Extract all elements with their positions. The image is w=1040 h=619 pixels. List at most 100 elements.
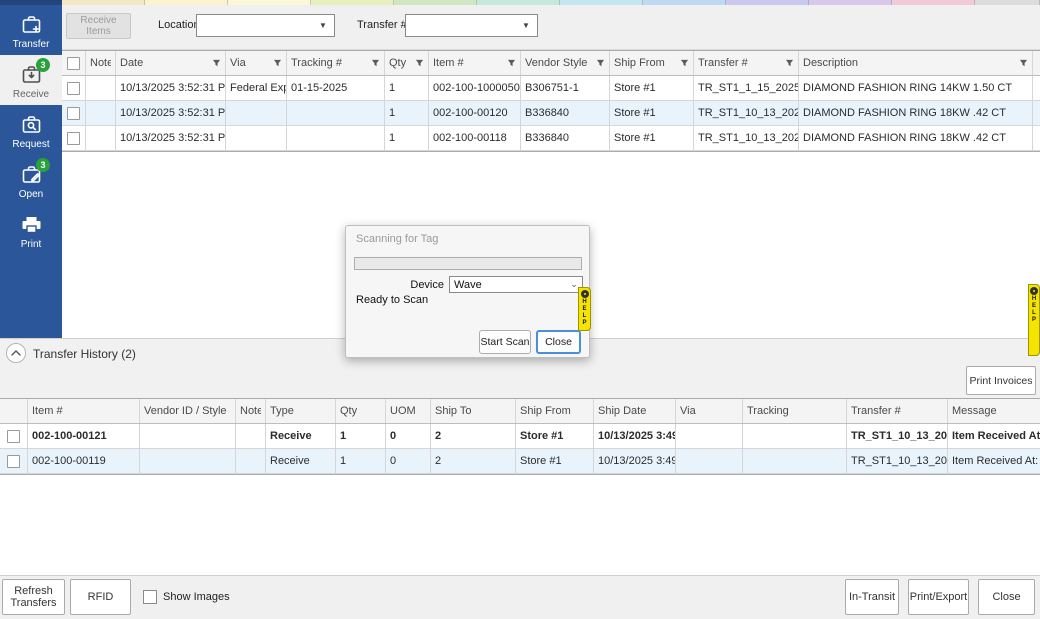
app-window: Transfer 3 Receive Request 3 Open [0,0,1040,619]
column-label: Transfer # [698,51,783,75]
header-filler-cell [1033,51,1040,75]
select-all-checkbox[interactable] [67,57,80,70]
help-tab[interactable]: HELP [578,287,591,331]
column-header-ship-from[interactable]: Ship From [610,51,694,75]
column-header-tracking[interactable]: Tracking # [287,51,385,75]
filter-icon[interactable] [1019,59,1028,68]
column-label: Via [230,51,271,75]
table-row[interactable]: 10/13/2025 3:52:31 PM 1 002-100-00120 B3… [62,101,1040,126]
chevron-down-icon: ▼ [515,21,537,30]
cell-ship-date: 10/13/2025 3:49:0 [594,449,676,473]
show-images-checkbox[interactable] [143,590,157,604]
column-header-tracking[interactable]: Tracking [743,399,847,423]
cell-uom: 0 [386,424,431,448]
column-header-date[interactable]: Date [116,51,226,75]
sidebar-item-print[interactable]: Print [0,205,62,255]
transfer-history-title: Transfer History (2) [33,347,136,361]
in-transit-button[interactable]: In-Transit [845,579,899,615]
cell-date: 10/13/2025 3:52:31 PM [116,126,226,150]
receive-items-table: Note Date Via Tracking # Qty Item # Vend… [62,50,1040,152]
filter-icon[interactable] [596,59,605,68]
sidebar-item-open[interactable]: 3 Open [0,155,62,205]
filter-icon[interactable] [680,59,689,68]
history-row[interactable]: 002-100-00121 Receive 1 0 2 Store #1 10/… [0,424,1040,449]
cell-checkbox [62,126,86,150]
column-header-item[interactable]: Item # [429,51,521,75]
cell-vendor-style: B336840 [521,101,610,125]
filter-icon[interactable] [371,59,380,68]
cell-transfer: TR_ST1_1_15_2025_1 [694,76,799,100]
refresh-transfers-button[interactable]: Refresh Transfers [2,579,65,615]
device-select[interactable]: Wave ⌄ [449,276,583,293]
cell-item: 002-100-00120 [429,101,521,125]
close-button[interactable]: Close [978,579,1035,615]
briefcase-plus-icon [19,13,44,37]
cell-vendor-id-style [140,449,236,473]
sidebar-item-receive[interactable]: 3 Receive [0,55,62,105]
row-checkbox[interactable] [7,430,20,443]
column-header-uom[interactable]: UOM [386,399,431,423]
filter-icon[interactable] [212,59,221,68]
cell-filler [1033,101,1040,125]
cell-description: DIAMOND FASHION RING 14KW 1.50 CT [799,76,1033,100]
column-label: Note [90,51,111,75]
row-checkbox[interactable] [67,107,80,120]
column-header-note[interactable]: Note [86,51,116,75]
column-label: Note [240,399,261,423]
column-header-transfer[interactable]: Transfer # [694,51,799,75]
row-checkbox[interactable] [67,82,80,95]
help-tab[interactable]: HELP [1028,284,1040,356]
column-header-transfer[interactable]: Transfer # [847,399,948,423]
help-tab-label: HELP [582,299,588,327]
cell-checkbox [0,449,28,473]
column-header-vendor-style[interactable]: Vendor Style [521,51,610,75]
column-header-note[interactable]: Note [236,399,266,423]
column-header-ship-date[interactable]: Ship Date [594,399,676,423]
filter-icon[interactable] [415,59,424,68]
dialog-close-button[interactable]: Close [536,330,581,354]
column-header-via[interactable]: Via [676,399,743,423]
cell-item: 002-100-1000050 [429,76,521,100]
column-label: Type [270,399,331,423]
history-row[interactable]: 002-100-00119 Receive 1 0 2 Store #1 10/… [0,449,1040,474]
rfid-button[interactable]: RFID [70,579,131,615]
table-row[interactable]: 10/13/2025 3:52:31 PM Federal Express 01… [62,76,1040,101]
filter-icon[interactable] [785,59,794,68]
column-header-ship-from[interactable]: Ship From [516,399,594,423]
column-header-type[interactable]: Type [266,399,336,423]
transfer-number-dropdown[interactable]: ▼ [405,14,538,37]
help-tab-label: HELP [1031,296,1037,324]
location-dropdown[interactable]: ▼ [196,14,335,37]
cell-filler [1033,76,1040,100]
cell-ship-from: Store #1 [516,424,594,448]
column-header-message[interactable]: Message [948,399,1040,423]
cell-via [676,449,743,473]
select-all-cell [62,51,86,75]
filter-icon[interactable] [273,59,282,68]
column-header-description[interactable]: Description [799,51,1033,75]
print-export-button[interactable]: Print/Export [908,579,969,615]
header-empty-cell [0,399,28,423]
column-header-qty[interactable]: Qty [336,399,386,423]
column-header-vendor-id-style[interactable]: Vendor ID / Style [140,399,236,423]
row-checkbox[interactable] [67,132,80,145]
sidebar-item-transfer[interactable]: Transfer [0,5,62,55]
scan-progress-bar [354,257,582,270]
column-header-ship-to[interactable]: Ship To [431,399,516,423]
gear-icon [581,290,589,298]
receive-items-button[interactable]: Receive Items [66,13,131,39]
cell-qty: 1 [385,101,429,125]
sidebar-item-request[interactable]: Request [0,105,62,155]
column-header-item[interactable]: Item # [28,399,140,423]
table-row[interactable]: 10/13/2025 3:52:31 PM 1 002-100-00118 B3… [62,126,1040,151]
print-invoices-button[interactable]: Print Invoices [966,366,1036,395]
cell-date: 10/13/2025 3:52:31 PM [116,101,226,125]
row-checkbox[interactable] [7,455,20,468]
column-header-qty[interactable]: Qty [385,51,429,75]
cell-note [86,101,116,125]
start-scan-button[interactable]: Start Scan [479,330,531,354]
filter-icon[interactable] [507,59,516,68]
collapse-history-button[interactable] [6,343,26,363]
column-header-via[interactable]: Via [226,51,287,75]
receive-table-header-row: Note Date Via Tracking # Qty Item # Vend… [62,51,1040,76]
